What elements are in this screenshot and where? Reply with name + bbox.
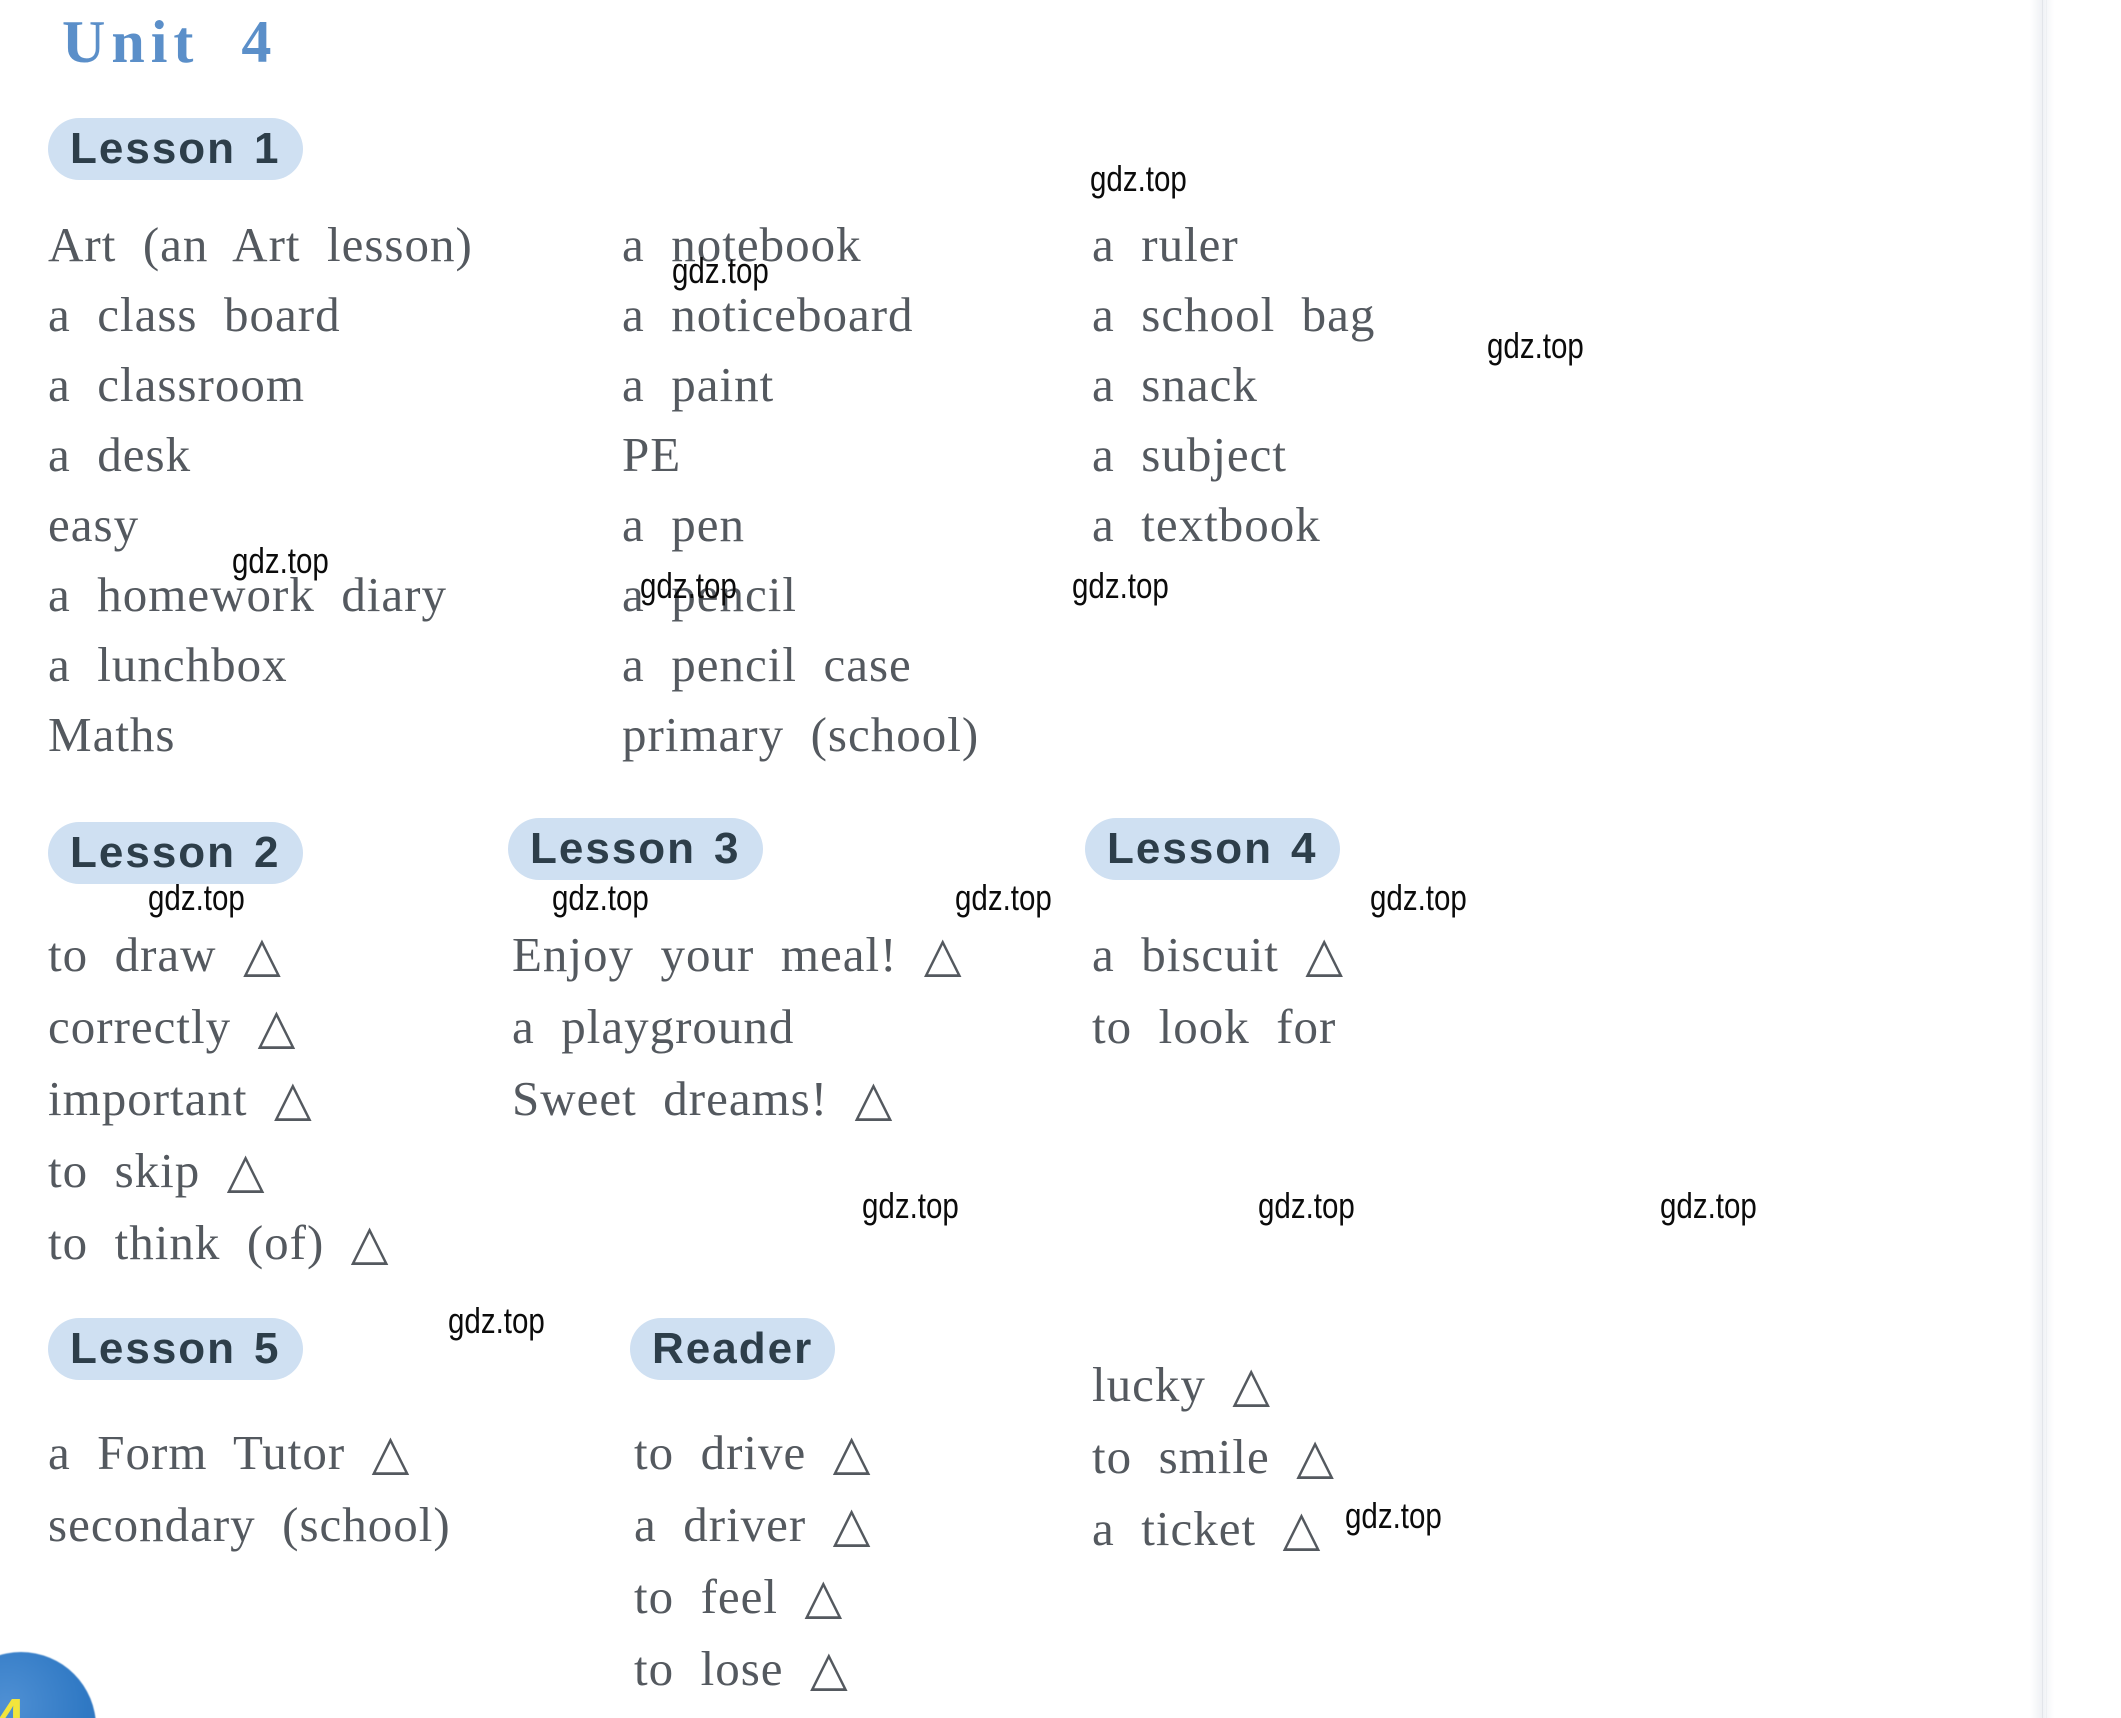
vocab-item: a ruler — [1092, 217, 1239, 272]
vocab-item: a noticeboard — [622, 287, 914, 342]
vocab-item: a snack — [1092, 357, 1258, 412]
vocab-item: to think (of) △ — [48, 1215, 390, 1270]
section-badge-number: 3 — [714, 824, 741, 873]
vocab-item: Maths — [48, 707, 176, 762]
vocab-item: lucky △ — [1092, 1357, 1272, 1412]
section-badge-lesson-5: Lesson 5 — [48, 1318, 303, 1380]
page-edge-line — [2042, 0, 2043, 1718]
section-badge-lesson-3: Lesson 3 — [508, 818, 763, 880]
watermark: gdz.top — [1072, 565, 1169, 606]
section-badge-number: 5 — [254, 1324, 281, 1373]
page-edge-line-secondary — [2046, 0, 2047, 1718]
watermark: gdz.top — [552, 877, 649, 918]
vocab-item: Enjoy your meal! △ — [512, 927, 963, 982]
watermark: gdz.top — [1660, 1185, 1757, 1226]
watermark: gdz.top — [448, 1300, 545, 1341]
vocab-item: important △ — [48, 1071, 313, 1126]
vocab-item: to drive △ — [634, 1425, 872, 1480]
section-badge-lesson-2: Lesson 2 — [48, 822, 303, 884]
section-badge-reader: Reader — [630, 1318, 836, 1380]
vocab-item: correctly △ — [48, 999, 297, 1054]
watermark: gdz.top — [1345, 1495, 1442, 1536]
vocab-item: a driver △ — [634, 1497, 872, 1552]
vocabulary-page: Unit 4 Lesson 1 Art (an Art lesson) a cla… — [0, 0, 2121, 1718]
watermark: gdz.top — [640, 565, 737, 606]
vocab-item: a textbook — [1092, 497, 1321, 552]
section-badge-lesson-4: Lesson 4 — [1085, 818, 1340, 880]
vocab-item: a Form Tutor △ — [48, 1425, 411, 1480]
vocab-item: a biscuit △ — [1092, 927, 1345, 982]
vocab-item: a pen — [622, 497, 745, 552]
vocab-item: to skip △ — [48, 1143, 266, 1198]
page-number-label: 4 — [0, 1689, 25, 1718]
vocab-item: a class board — [48, 287, 341, 342]
vocab-item: a paint — [622, 357, 775, 412]
vocab-item: primary (school) — [622, 707, 980, 762]
watermark: gdz.top — [232, 540, 329, 581]
section-badge-number: 4 — [1291, 824, 1318, 873]
watermark: gdz.top — [955, 877, 1052, 918]
vocab-item: Art (an Art lesson) — [48, 217, 473, 272]
vocab-item: PE — [622, 427, 682, 482]
vocab-item: to feel △ — [634, 1569, 844, 1624]
section-badge-label: Lesson — [70, 124, 237, 173]
watermark: gdz.top — [672, 250, 769, 291]
vocab-item: to smile △ — [1092, 1429, 1335, 1484]
vocab-item: a school bag — [1092, 287, 1376, 342]
vocab-item: Sweet dreams! △ — [512, 1071, 894, 1126]
watermark: gdz.top — [1370, 877, 1467, 918]
vocab-item: a playground — [512, 999, 795, 1054]
section-badge-label: Reader — [652, 1324, 814, 1373]
section-badge-label: Lesson — [70, 828, 237, 877]
section-badge-label: Lesson — [70, 1324, 237, 1373]
vocab-item: a classroom — [48, 357, 305, 412]
watermark: gdz.top — [862, 1185, 959, 1226]
vocab-item: a desk — [48, 427, 192, 482]
section-badge-number: 2 — [254, 828, 281, 877]
page-title: Unit 4 — [62, 9, 278, 75]
section-badge-label: Lesson — [530, 824, 697, 873]
vocab-item: to lose △ — [634, 1641, 849, 1696]
section-badge-number: 1 — [254, 124, 281, 173]
section-badge-lesson-1: Lesson 1 — [48, 118, 303, 180]
watermark: gdz.top — [1090, 158, 1187, 199]
vocab-item: a lunchbox — [48, 637, 288, 692]
vocab-item: a pencil case — [622, 637, 912, 692]
vocab-item: a ticket △ — [1092, 1501, 1322, 1556]
section-badge-label: Lesson — [1107, 824, 1274, 873]
vocab-item: secondary (school) — [48, 1497, 451, 1552]
vocab-item: to look for — [1092, 999, 1337, 1054]
watermark: gdz.top — [1487, 325, 1584, 366]
watermark: gdz.top — [1258, 1185, 1355, 1226]
vocab-item: to draw △ — [48, 927, 282, 982]
vocab-item: a subject — [1092, 427, 1288, 482]
vocab-item: easy — [48, 497, 140, 552]
watermark: gdz.top — [148, 877, 245, 918]
